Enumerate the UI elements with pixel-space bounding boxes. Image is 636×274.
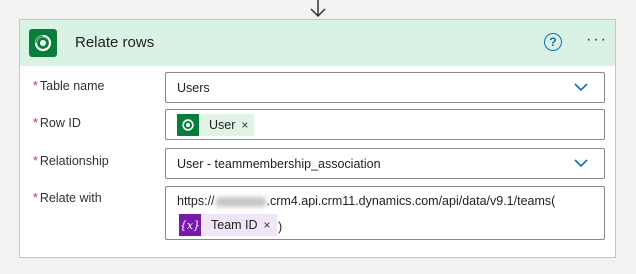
relate-rows-action-card: Relate rows ? ··· * Table name Users * Row… [19, 19, 616, 258]
redacted-segment [215, 196, 266, 207]
relationship-label: * Relationship [33, 154, 109, 168]
row-id-label-text: Row ID [39, 116, 81, 130]
closing-paren: ) [278, 220, 283, 234]
dataverse-token-icon [177, 114, 199, 136]
table-name-label: * Table name [33, 79, 105, 93]
more-options-icon[interactable]: ··· [586, 32, 608, 48]
relate-with-url: https:// .crm4.api.crm11.dynamics.com/api… [177, 194, 555, 208]
dataverse-logo-icon [29, 29, 57, 57]
table-name-dropdown[interactable]: Users [165, 72, 605, 103]
chevron-down-icon[interactable] [574, 158, 588, 168]
required-mark: * [33, 79, 38, 93]
remove-token-icon[interactable]: × [264, 218, 277, 232]
team-id-token-label: Team ID [211, 218, 258, 232]
remove-token-icon[interactable]: × [241, 118, 254, 132]
row-id-label: * Row ID [33, 116, 81, 130]
url-suffix: .crm4.api.crm11.dynamics.com/api/data/v9… [266, 194, 556, 208]
team-id-token[interactable]: {x} Team ID × [179, 214, 277, 236]
user-token-label: User [209, 118, 236, 132]
table-name-label-text: Table name [39, 79, 105, 93]
relate-with-input[interactable]: https:// .crm4.api.crm11.dynamics.com/api… [165, 186, 605, 240]
card-header[interactable]: Relate rows ? ··· [20, 20, 615, 66]
required-mark: * [33, 154, 38, 168]
relate-with-label: * Relate with [33, 191, 102, 205]
url-prefix: https:// [177, 194, 215, 208]
connector-arrow-icon [310, 0, 326, 18]
relationship-dropdown[interactable]: User - teammembership_association [165, 148, 605, 179]
help-circle-icon[interactable]: ? [544, 33, 562, 51]
relationship-value: User - teammembership_association [177, 157, 381, 171]
expression-variable-icon: {x} [179, 214, 201, 236]
relationship-label-text: Relationship [39, 154, 109, 168]
user-token[interactable]: User × [177, 114, 255, 136]
chevron-down-icon[interactable] [574, 82, 588, 92]
required-mark: * [33, 116, 38, 130]
table-name-value: Users [177, 81, 210, 95]
row-id-input[interactable]: User × [165, 109, 605, 140]
required-mark: * [33, 191, 38, 205]
card-title: Relate rows [75, 34, 155, 51]
relate-with-label-text: Relate with [39, 191, 102, 205]
